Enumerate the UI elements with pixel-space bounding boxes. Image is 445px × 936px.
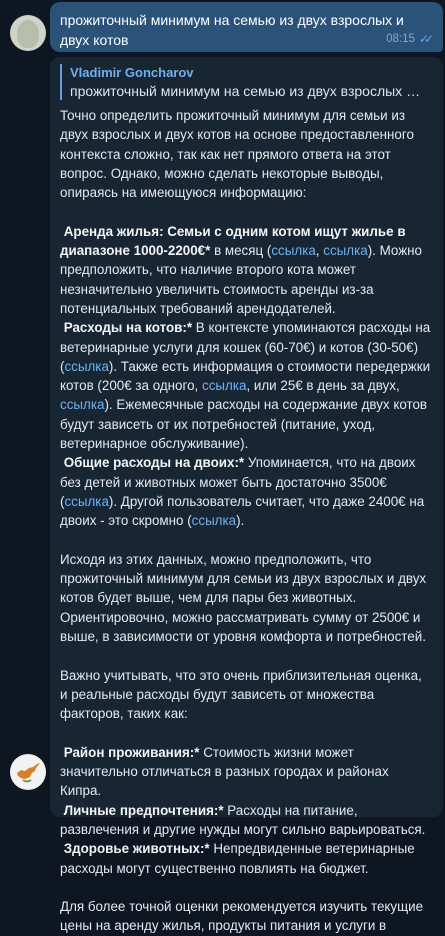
intro-paragraph: Точно определить прожиточный минимум для… (60, 108, 414, 201)
reply-author: Vladimir Goncharov (70, 65, 194, 80)
source-link[interactable]: ссылка (64, 359, 108, 374)
factor-pet-health: Здоровье животных:* Непредвиденные ветер… (60, 841, 415, 876)
total-heading: Общие расходы на двоих:* (63, 455, 245, 471)
cats-heading: Расходы на котов:* (63, 320, 193, 336)
message-body: Точно определить прожиточный минимум для… (60, 106, 433, 936)
source-link[interactable]: ссылка (202, 378, 246, 393)
closing-paragraph: Для более точной оценки рекомендуется из… (60, 899, 424, 934)
factor-district: Район проживания:* Стоимость жизни может… (60, 744, 389, 799)
conclusion-paragraph: Исходя из этих данных, можно предположит… (60, 551, 427, 645)
bot-avatar[interactable] (10, 754, 46, 790)
message-time: 08:15 (386, 33, 415, 45)
source-link[interactable]: ссылка (60, 397, 104, 412)
read-checkmarks-icon: ✓✓ (418, 32, 434, 46)
reply-quote[interactable]: Vladimir Goncharov прожиточный минимум н… (60, 64, 433, 100)
factor-preferences: Личные предпочтения:* Расходы на питание… (60, 802, 426, 837)
source-link[interactable]: ссылка (323, 243, 367, 258)
message-meta: 08:15 ✓✓ (386, 32, 434, 46)
rent-paragraph: Аренда жилья: Семьи с одним котом ищут ж… (60, 223, 422, 316)
reply-quote-text: прожиточный минимум на семью из двух взр… (70, 83, 426, 99)
user-avatar[interactable] (10, 15, 46, 51)
outgoing-message-text: прожиточный минимум на семью из двух взр… (60, 12, 404, 48)
total-paragraph: Общие расходы на двоих:* Упоминается, чт… (60, 455, 425, 529)
source-link[interactable]: ссылка (64, 494, 108, 509)
note-paragraph: Важно учитывать, что это очень приблизит… (60, 667, 422, 722)
outgoing-message[interactable]: прожиточный минимум на семью из двух взр… (50, 2, 443, 52)
source-link[interactable]: ссылка (192, 513, 236, 528)
incoming-message[interactable]: Vladimir Goncharov прожиточный минимум н… (50, 57, 443, 933)
source-link[interactable]: ссылка (271, 243, 315, 258)
cats-paragraph: Расходы на котов:* В контексте упоминают… (60, 320, 431, 452)
cyprus-map-icon (17, 763, 40, 783)
